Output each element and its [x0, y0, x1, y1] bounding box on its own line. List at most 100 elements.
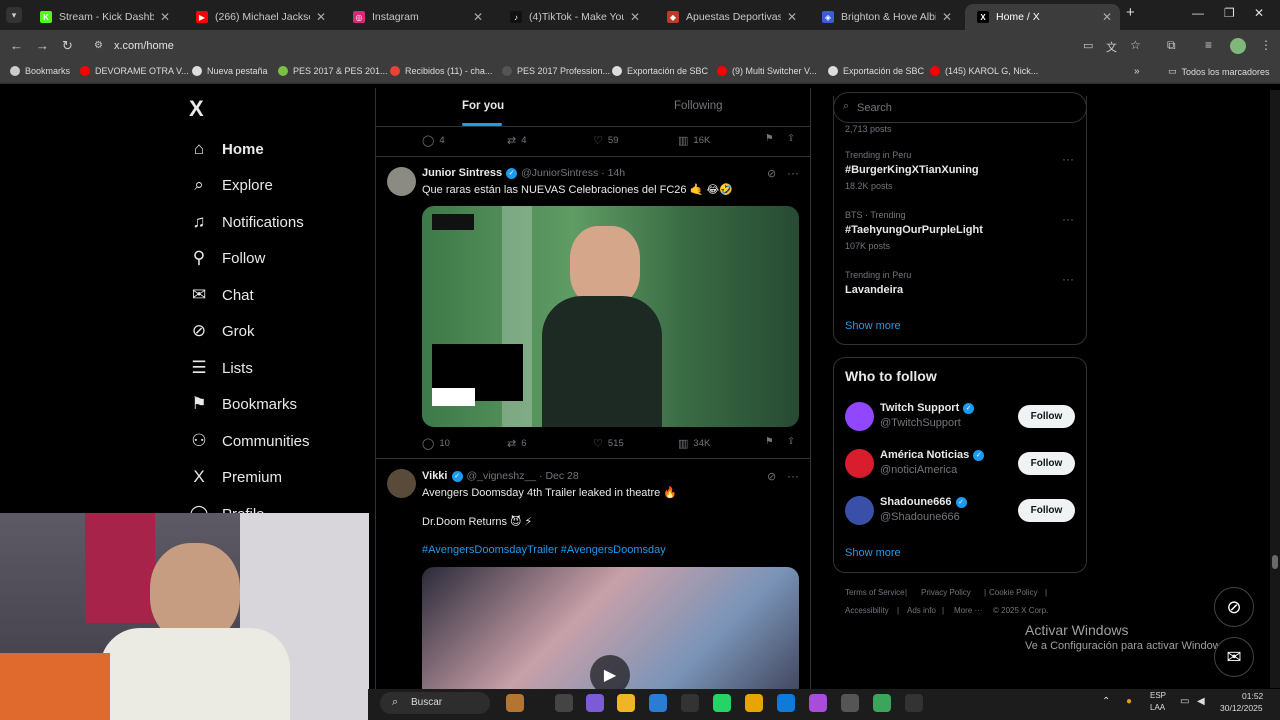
extensions-icon[interactable]: ⧉	[1167, 38, 1176, 53]
repost-button[interactable]: ⇄ 6	[507, 437, 527, 450]
copilot-icon[interactable]	[586, 694, 604, 712]
share-icon[interactable]: ⇪	[787, 436, 795, 447]
cast-icon[interactable]: ▭	[1083, 39, 1093, 52]
tweet-media[interactable]	[422, 206, 799, 427]
avatar[interactable]	[387, 469, 416, 498]
tab-4[interactable]: ◆ Apuestas Deportivas - Cas ✕	[655, 4, 805, 30]
views-button[interactable]: ▥ 34K	[678, 437, 710, 450]
all-bookmarks-folder[interactable]: ▭ Todos los marcadores	[1168, 66, 1270, 77]
more-icon[interactable]: ···	[787, 166, 799, 180]
tweet-hashtags[interactable]: #AvengersDoomsdayTrailer #AvengersDoomsd…	[422, 544, 666, 556]
tab-close-icon[interactable]: ✕	[316, 10, 326, 24]
avatar[interactable]	[845, 496, 874, 525]
bookmark-item[interactable]: Bookmarks	[10, 66, 70, 76]
menu-icon[interactable]: ⋮	[1260, 38, 1272, 52]
x-logo[interactable]: X	[189, 96, 204, 122]
account-name[interactable]: Twitch Support ✓	[880, 402, 978, 414]
close-window-button[interactable]: ✕	[1254, 6, 1264, 20]
footer-link[interactable]: © 2025 X Corp.	[993, 606, 1048, 615]
maximize-button[interactable]: ❐	[1224, 6, 1235, 20]
bookmark-item[interactable]: (9) Multi Switcher V...	[717, 66, 817, 76]
nav-item-explore[interactable]: ⌕ Explore	[188, 174, 273, 196]
trend-name[interactable]: #TaehyungOurPurpleLight	[845, 224, 983, 236]
grok-icon[interactable]: ⊘	[767, 470, 776, 483]
play-icon[interactable]: ▶	[590, 655, 630, 690]
app-icon[interactable]	[841, 694, 859, 712]
reload-icon[interactable]: ↻	[62, 38, 73, 54]
bookmark-item[interactable]: PES 2017 & PES 201...	[278, 66, 388, 76]
tweet-video[interactable]: ▶	[422, 567, 799, 690]
star-icon[interactable]: ☆	[1130, 38, 1141, 52]
file-explorer-icon[interactable]	[617, 694, 635, 712]
more-icon[interactable]: ···	[1062, 152, 1074, 166]
follow-button[interactable]: Follow	[1018, 405, 1075, 428]
show-more-trends[interactable]: Show more	[845, 320, 901, 332]
language-2[interactable]: LAA	[1150, 703, 1165, 712]
obs-icon[interactable]	[905, 694, 923, 712]
like-button[interactable]: ♡ 59	[593, 134, 618, 147]
trend-name[interactable]: #BurgerKingXTianXuning	[845, 164, 979, 176]
tab-0[interactable]: K Stream - Kick Dashboard ✕	[28, 4, 178, 30]
repost-button[interactable]: ⇄ 4	[507, 134, 527, 147]
grok-icon[interactable]: ⊘	[767, 167, 776, 180]
more-icon[interactable]: ···	[787, 469, 799, 483]
app-icon[interactable]	[809, 694, 827, 712]
widgets-icon[interactable]	[506, 694, 524, 712]
whatsapp-icon[interactable]	[713, 694, 731, 712]
follow-button[interactable]: Follow	[1018, 499, 1075, 522]
task-view-icon[interactable]	[555, 694, 573, 712]
bookmark-item[interactable]: Nueva pestaña	[192, 66, 268, 76]
nav-item-communities[interactable]: ⚇ Communities	[188, 430, 309, 452]
translate-icon[interactable]: 文	[1106, 39, 1117, 55]
bookmark-icon[interactable]: ⚑	[765, 133, 774, 144]
share-icon[interactable]: ⇪	[787, 133, 795, 144]
nav-item-premium[interactable]: X Premium	[188, 466, 282, 488]
bookmark-item[interactable]: (145) KAROL G, Nick...	[930, 66, 1038, 76]
nav-item-grok[interactable]: ⊘ Grok	[188, 320, 255, 342]
bookmark-item[interactable]: Recibidos (11) - cha...	[390, 66, 492, 76]
tweet-author[interactable]: Junior Sintress ✓ @JuniorSintress · 14h	[422, 167, 625, 179]
tab-for-you[interactable]: For you	[462, 100, 504, 112]
chrome-icon[interactable]	[873, 694, 891, 712]
bookmark-item[interactable]: PES 2017 Profession...	[502, 66, 610, 76]
messages-float-icon[interactable]: ✉	[1214, 637, 1254, 677]
more-icon[interactable]: ···	[1062, 272, 1074, 286]
more-icon[interactable]: ···	[1062, 212, 1074, 226]
footer-link[interactable]: More ···	[954, 606, 982, 615]
tab-5[interactable]: ◈ Brighton & Hove Albion - \ ✕	[810, 4, 960, 30]
clock-date[interactable]: 30/12/2025	[1220, 703, 1263, 713]
avatar[interactable]	[845, 402, 874, 431]
edge-icon[interactable]	[777, 694, 795, 712]
mic-icon[interactable]: ●	[1126, 696, 1132, 707]
chrome-icon[interactable]	[745, 694, 763, 712]
new-tab-button[interactable]: +	[1126, 4, 1135, 21]
tab-close-icon[interactable]: ✕	[160, 10, 170, 24]
follow-button[interactable]: Follow	[1018, 452, 1075, 475]
tab-search-button[interactable]: ▾	[6, 7, 22, 23]
nav-item-notifications[interactable]: ♫ Notifications	[188, 211, 304, 233]
like-button[interactable]: ♡ 515	[593, 437, 624, 450]
minimize-button[interactable]: —	[1192, 6, 1204, 20]
footer-link[interactable]: Ads info	[907, 606, 936, 615]
address-text[interactable]: x.com/home	[114, 40, 174, 52]
footer-link[interactable]: Privacy Policy	[921, 588, 971, 597]
tab-2[interactable]: ◎ Instagram ✕	[341, 4, 491, 30]
scrollbar-thumb[interactable]	[1272, 555, 1278, 569]
account-name[interactable]: Shadoune666 ✓	[880, 496, 971, 508]
bookmark-icon[interactable]: ⚑	[765, 436, 774, 447]
reply-button[interactable]: ◯ 10	[422, 437, 450, 450]
show-more-follow[interactable]: Show more	[845, 547, 901, 559]
avatar[interactable]	[387, 167, 416, 196]
forward-icon[interactable]: →	[36, 38, 49, 53]
tab-following[interactable]: Following	[674, 100, 723, 112]
views-button[interactable]: ▥ 16K	[678, 134, 710, 147]
nav-item-lists[interactable]: ☰ Lists	[188, 357, 252, 379]
grok-float-icon[interactable]: ⊘	[1214, 587, 1254, 627]
scrollbar-track[interactable]	[1270, 90, 1280, 688]
reply-button[interactable]: ◯ 4	[422, 134, 445, 147]
language-1[interactable]: ESP	[1150, 691, 1166, 700]
tab-6[interactable]: X Home / X ✕	[965, 4, 1120, 30]
bookmark-item[interactable]: Exportación de SBC	[612, 66, 708, 76]
more-bookmarks-icon[interactable]: »	[1134, 66, 1140, 77]
avatar[interactable]	[845, 449, 874, 478]
